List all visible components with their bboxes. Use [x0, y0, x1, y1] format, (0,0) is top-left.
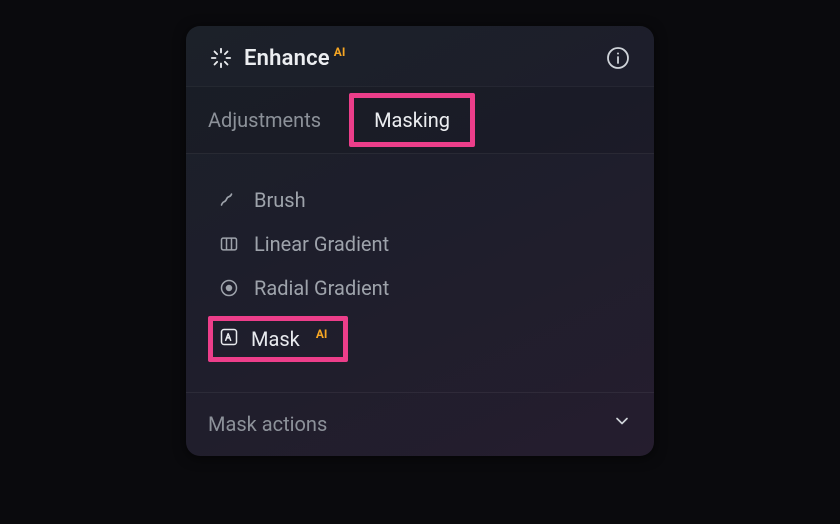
- tab-masking-highlight: Masking: [349, 93, 475, 147]
- enhance-panel: Enhance AI Adjustments Masking Brush: [186, 26, 654, 456]
- tool-mask-ai-highlight: Mask AI: [208, 316, 348, 362]
- tool-radial-gradient[interactable]: Radial Gradient: [208, 266, 644, 310]
- mask-actions-label: Mask actions: [208, 412, 327, 436]
- ai-mask-icon: [219, 327, 239, 351]
- tool-linear-gradient[interactable]: Linear Gradient: [208, 222, 644, 266]
- tabs: Adjustments Masking: [186, 86, 654, 154]
- panel-title: Enhance: [244, 46, 330, 71]
- panel-header: Enhance AI: [186, 26, 654, 86]
- info-button[interactable]: [604, 44, 632, 72]
- mask-actions-row[interactable]: Mask actions: [186, 393, 654, 456]
- ai-badge: AI: [334, 45, 346, 59]
- brush-icon: [218, 189, 240, 211]
- tool-label: Brush: [254, 188, 306, 212]
- ai-badge: AI: [316, 327, 328, 341]
- tab-masking[interactable]: Masking: [374, 108, 450, 132]
- linear-gradient-icon: [218, 233, 240, 255]
- tool-brush[interactable]: Brush: [208, 178, 644, 222]
- sparkle-icon: [208, 45, 234, 71]
- tab-adjustments[interactable]: Adjustments: [208, 92, 339, 148]
- chevron-down-icon: [612, 411, 632, 436]
- tool-label: Linear Gradient: [254, 232, 389, 256]
- radial-gradient-icon: [218, 277, 240, 299]
- tool-label: Radial Gradient: [254, 276, 389, 300]
- tool-mask-ai[interactable]: Mask: [251, 327, 300, 351]
- masking-tools: Brush Linear Gradient Radial Gradient: [186, 154, 654, 393]
